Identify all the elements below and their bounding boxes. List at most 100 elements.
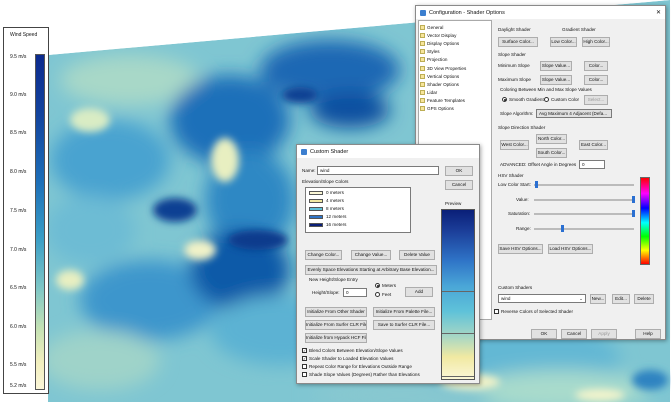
reverse-colors-checkbox[interactable]: Reverse Colors of Selected Shader [494, 309, 573, 315]
init-palette-button[interactable]: Initialize From Palette File... [373, 307, 435, 317]
ok-button[interactable]: OK [531, 329, 557, 339]
height-slope-label: Height/Slope: [312, 290, 340, 295]
elevation-color-list[interactable]: 0 meters 4 meters 8 meters 12 meters 16 … [305, 187, 411, 233]
tree-item-shader-options[interactable]: Shader Options [420, 80, 502, 88]
list-item[interactable]: 4 meters [309, 198, 344, 203]
select-button[interactable]: Select... [584, 95, 608, 105]
new-shader-button[interactable]: New... [590, 294, 606, 304]
init-hypack-button[interactable]: Initialize from Hypack HCF File... [305, 333, 367, 343]
legend-tick: 7.5 m/s [10, 208, 27, 214]
init-other-shader-button[interactable]: Initialize From Other Shader [305, 307, 367, 317]
surface-color-button[interactable]: Surface Color... [498, 37, 538, 47]
tree-item-vector-display[interactable]: Vector Display [420, 31, 502, 39]
change-color-button[interactable]: Change Color... [305, 250, 342, 260]
tree-item-feature-templates[interactable]: Feature Templates [420, 97, 502, 105]
low-color-button[interactable]: Low Color... [550, 37, 577, 47]
legend-tick: 6.5 m/s [10, 285, 27, 291]
folder-icon [420, 40, 425, 46]
folder-icon [420, 49, 425, 55]
meters-radio[interactable]: Meters [375, 283, 396, 289]
help-button[interactable]: Help [635, 329, 661, 339]
apply-button[interactable]: Apply [591, 329, 617, 339]
color-swatch [309, 206, 323, 211]
slider-thumb[interactable] [561, 225, 564, 232]
change-value-button[interactable]: Change Value... [351, 250, 391, 260]
folder-icon [420, 81, 425, 87]
custom-ok-button[interactable]: OK [445, 166, 473, 176]
custom-color-radio[interactable]: Custom Color [544, 97, 579, 103]
coloring-between-label: Coloring Between Min and Max Slope Value… [500, 87, 592, 92]
height-slope-input[interactable]: 0 [343, 288, 367, 297]
new-entry-label: New Height/Slope Entry [309, 277, 358, 282]
init-surfer-button[interactable]: Initialize From Surfer CLR File... [305, 320, 367, 330]
min-slope-color-button[interactable]: Color... [584, 61, 608, 71]
app-icon [420, 9, 426, 16]
blend-colors-checkbox[interactable]: ✓ Blend Colors Between Elevation/Slope Va… [302, 348, 403, 354]
tree-item-projection[interactable]: Projection [420, 56, 502, 64]
offset-angle-input[interactable]: 0 [579, 160, 605, 169]
folder-icon [420, 106, 425, 112]
south-color-button[interactable]: South Color... [536, 148, 567, 158]
range-slider[interactable] [534, 228, 634, 230]
slope-algorithm-select[interactable]: Avg Maximum 4 Adjacent (Defa... [536, 109, 612, 118]
saturation-slider[interactable] [534, 213, 634, 215]
offset-angle-label: ADVANCED: Offset Angle in Degrees [500, 162, 577, 167]
max-slope-value-button[interactable]: Slope Value... [540, 75, 572, 85]
wind-speed-legend: Wind Speed 9.5 m/s 9.0 m/s 8.5 m/s 8.0 m… [3, 27, 49, 394]
feet-radio[interactable]: Feet [375, 292, 391, 298]
custom-titlebar: Custom Shader [297, 145, 479, 158]
slider-thumb[interactable] [632, 196, 635, 203]
delete-shader-button[interactable]: Delete [634, 294, 654, 304]
tree-item-vertical-options[interactable]: Vertical Options [420, 72, 502, 80]
config-title: Configuration - Shader Options [429, 9, 505, 16]
tree-item-display-options[interactable]: Display Options [420, 39, 502, 47]
add-button[interactable]: Add [405, 287, 433, 297]
tree-item-3d-view[interactable]: 3D View Properties [420, 64, 502, 72]
shade-slope-checkbox[interactable]: Shade Slope Values (Degrees) Rather than… [302, 372, 420, 378]
save-surfer-button[interactable]: Save to Surfer CLR File... [373, 320, 435, 330]
east-color-button[interactable]: East Color... [579, 140, 608, 150]
options-tree: General Vector Display Display Options S… [420, 23, 502, 113]
radio-selected-icon [502, 97, 507, 103]
slider-thumb[interactable] [535, 181, 538, 188]
folder-icon [420, 98, 425, 104]
folder-icon [420, 32, 425, 38]
tree-item-general[interactable]: General [420, 23, 502, 31]
gradient-shader-label: Gradient Shader [562, 27, 596, 32]
folder-icon [420, 24, 425, 30]
minimum-slope-label: Minimum Slope [498, 63, 530, 68]
load-hsv-button[interactable]: Load HSV Options... [548, 244, 593, 254]
max-slope-color-button[interactable]: Color... [584, 75, 608, 85]
delete-value-button[interactable]: Delete Value [399, 250, 435, 260]
cancel-button[interactable]: Cancel [561, 329, 587, 339]
slider-thumb[interactable] [632, 210, 635, 217]
color-swatch [309, 198, 323, 203]
shader-name-input[interactable]: wind [317, 166, 439, 175]
scale-shader-checkbox[interactable]: ✓ Scale Shader to Loaded Elevation Values [302, 356, 393, 362]
list-item[interactable]: 12 meters [309, 214, 346, 219]
repeat-color-checkbox[interactable]: Repeat Color Range for Elevations Outsid… [302, 364, 412, 370]
smooth-gradient-radio[interactable]: Smooth Gradient [502, 97, 544, 103]
north-color-button[interactable]: North Color... [536, 134, 567, 144]
high-color-button[interactable]: High Color... [582, 37, 610, 47]
west-color-button[interactable]: West Color... [500, 140, 529, 150]
min-slope-value-button[interactable]: Slope Value... [540, 61, 572, 71]
evenly-space-button[interactable]: Evenly Space Elevations Starting at Arbi… [305, 265, 437, 275]
low-color-start-slider[interactable] [534, 184, 634, 186]
custom-cancel-button[interactable]: Cancel [445, 180, 473, 190]
custom-shader-window: Custom Shader Name: wind OK Cancel Eleva… [296, 144, 480, 384]
edit-shader-button[interactable]: Edit... [612, 294, 630, 304]
list-item[interactable]: 0 meters [309, 190, 344, 195]
close-icon[interactable]: ✕ [652, 9, 665, 16]
radio-selected-icon [375, 283, 380, 289]
tree-item-gps-options[interactable]: GPS Options [420, 105, 502, 113]
tree-item-styles[interactable]: Styles [420, 48, 502, 56]
tree-item-lidar[interactable]: Lidar [420, 89, 502, 97]
save-hsv-button[interactable]: Save HSV Options... [498, 244, 543, 254]
folder-icon [420, 57, 425, 63]
custom-shader-select[interactable]: wind ⌄ [498, 294, 586, 303]
legend-tick: 8.5 m/s [10, 130, 27, 136]
value-slider[interactable] [534, 199, 634, 201]
list-item[interactable]: 8 meters [309, 206, 344, 211]
list-item[interactable]: 16 meters [309, 222, 346, 227]
